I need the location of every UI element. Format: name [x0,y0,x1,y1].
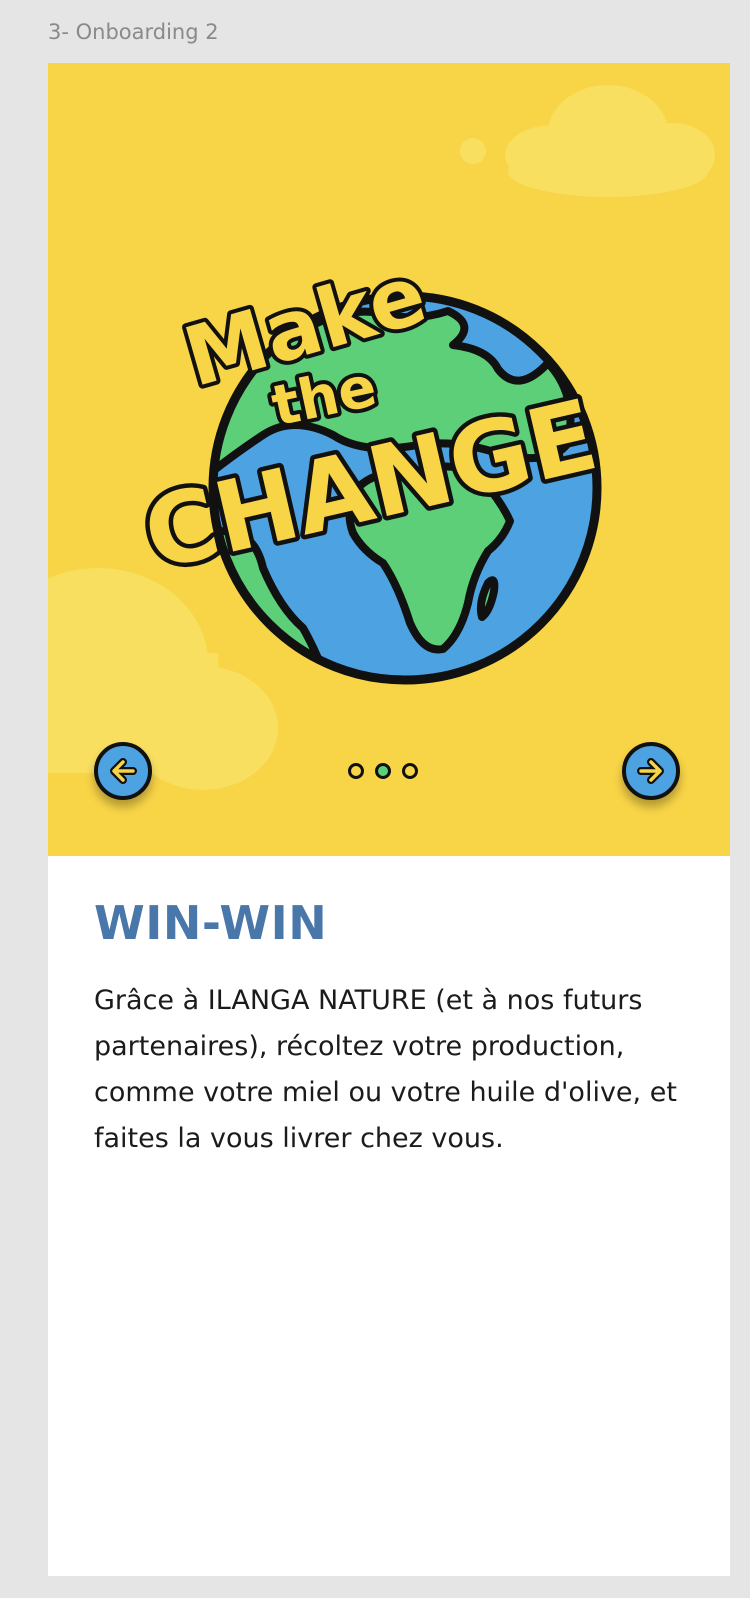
make-the-change-illustration: Make the CHANGE [48,85,715,790]
cloud-bottom-left [48,568,278,790]
onboarding-screen: Make the CHANGE WIN-WIN Grâce à ILANGA N… [48,63,730,1576]
page-title: WIN-WIN [94,896,328,950]
cloud-top-right [460,85,715,197]
frame-label: 3- Onboarding 2 [48,20,219,44]
arrow-right-icon [637,758,664,784]
onboarding-content: WIN-WIN Grâce à ILANGA NATURE (et à nos … [94,895,694,1162]
description-text: Grâce à ILANGA NATURE (et à nos futurs p… [94,985,677,1154]
next-button[interactable] [622,742,680,800]
previous-button[interactable] [94,742,152,800]
hero-illustration: Make the CHANGE [48,63,730,856]
arrow-left-icon [110,758,137,784]
page-dot-2-active[interactable] [375,763,391,779]
pagination-dots [348,763,418,779]
page-dot-1[interactable] [348,763,364,779]
page-dot-3[interactable] [402,763,418,779]
